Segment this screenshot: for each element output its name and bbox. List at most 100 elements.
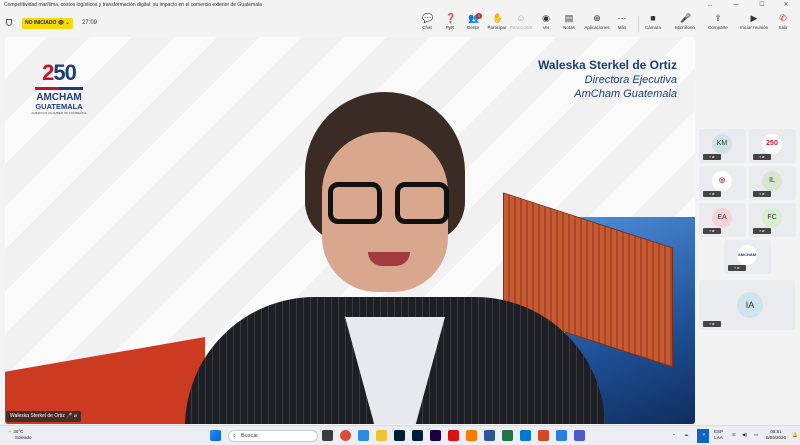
todo-icon[interactable] <box>520 430 531 441</box>
avatar: IA <box>737 292 763 318</box>
language-indicator[interactable]: ESP LAA <box>714 429 723 441</box>
photoshop-icon[interactable] <box>412 430 423 441</box>
leave-phone-icon: ✆ <box>779 13 787 23</box>
notes-button[interactable]: ▤ Notas <box>556 13 582 35</box>
volume-icon[interactable]: ◀) <box>742 432 747 438</box>
reactions-button[interactable]: ☺ Reaccionar <box>508 13 534 35</box>
qa-icon: ❓ <box>445 13 457 23</box>
speaker-name-tag[interactable]: Waleska Sterkel de Ortiz 🎤 ⌀ <box>6 411 81 422</box>
more-button[interactable]: ⋯ Más <box>609 13 635 35</box>
people-count-badge: 1 <box>476 13 482 19</box>
meeting-timer: 27:09 <box>82 20 98 26</box>
toolbar-divider <box>638 16 639 32</box>
participant-tile[interactable]: FC ▪ ⌀ <box>749 203 796 237</box>
start-menu-icon[interactable] <box>210 430 221 441</box>
glasses-left-lens <box>328 182 382 224</box>
clock[interactable]: 08:51 6/09/2026 <box>766 429 786 441</box>
avatar: EA <box>712 208 732 228</box>
powerpoint-icon[interactable] <box>538 430 549 441</box>
mic-icon: 🎤 <box>680 13 692 23</box>
word-icon[interactable] <box>484 430 495 441</box>
recording-status-badge: NO INICIADO 👁 ⌄ <box>22 18 73 29</box>
avatar: IL <box>762 171 782 191</box>
tray-chevron-icon[interactable]: ⌃ <box>672 433 676 439</box>
reactions-icon: ☺ <box>516 13 526 23</box>
muted-icon: ▪ ⌀ <box>703 154 721 160</box>
amcham-logo: 250 AMCHAM GUATEMALA AMERICAN CHAMBER OF… <box>29 61 89 151</box>
excel-icon[interactable] <box>502 430 513 441</box>
participant-tile[interactable]: IA ▪ ⌀ <box>699 280 795 330</box>
more-window-options-icon[interactable]: ... <box>700 0 720 10</box>
muted-icon: ▪ ⌀ <box>753 228 771 234</box>
close-window-button[interactable]: ✕ <box>776 0 796 10</box>
chat-icon: 💬 <box>422 13 434 23</box>
notes-icon: ▤ <box>564 13 574 23</box>
leave-button[interactable]: ✆ Salir <box>772 13 794 35</box>
participant-tile[interactable]: IL ▪ ⌀ <box>749 166 796 200</box>
logo-anniversary-number: 250 <box>42 60 77 85</box>
speaker-video <box>185 92 605 424</box>
apps-button[interactable]: ⊕ Aplicaciones <box>582 13 612 35</box>
logo-flag-bar <box>35 87 83 90</box>
share-button[interactable]: ⇪ Comparte <box>705 13 731 35</box>
windows-taskbar: ☀ 30°C Soleado ⌕ Buscar ⌃ ☁ 🎤 ESP LAA ≋ ◀)… <box>0 425 800 445</box>
premiere-icon[interactable] <box>430 430 441 441</box>
taskbar-search[interactable]: ⌕ Buscar <box>228 430 318 442</box>
acrobat-icon[interactable] <box>448 430 459 441</box>
lightroom-icon[interactable] <box>394 430 405 441</box>
mic-status-icon: 🎤 ⌀ <box>66 413 77 419</box>
share-icon: ⇪ <box>714 13 722 23</box>
meeting-toolbar: NO INICIADO 👁 ⌄ 27:09 💬 Chat ❓ PyR 👥 Gente 1… <box>0 10 800 36</box>
muted-icon: ▪ ⌀ <box>703 228 721 234</box>
teams-icon[interactable] <box>574 430 585 441</box>
participant-tile[interactable]: KM ▪ ⌀ <box>699 129 746 163</box>
raise-hand-icon: ✋ <box>492 13 504 23</box>
task-view-icon[interactable] <box>322 430 333 441</box>
participant-tile[interactable]: ◎ ▪ ⌀ <box>699 166 746 200</box>
more-icon: ⋯ <box>617 13 627 23</box>
start-meeting-button[interactable]: ▶ Iniciar reunión <box>738 13 770 35</box>
file-explorer-icon[interactable] <box>376 430 387 441</box>
window-title: Competitividad marítima, costos logístic… <box>0 0 800 10</box>
muted-icon: ▪ ⌀ <box>753 154 771 160</box>
battery-icon[interactable]: ▭ <box>754 432 758 438</box>
wifi-icon[interactable]: ≋ <box>732 432 736 438</box>
logo-country: GUATEMALA <box>35 102 83 111</box>
shield-icon[interactable] <box>6 19 12 26</box>
microphone-tray-icon[interactable]: 🎤 <box>697 429 709 443</box>
muted-icon: ▪ ⌀ <box>728 265 746 271</box>
chrome-icon[interactable] <box>340 430 351 441</box>
muted-icon: ▪ ⌀ <box>703 321 721 327</box>
weather-widget[interactable]: ☀ 30°C Soleado <box>8 429 32 441</box>
main-video-stage: 250 AMCHAM GUATEMALA AMERICAN CHAMBER OF… <box>5 37 695 424</box>
avatar: 250 <box>762 134 782 154</box>
view-icon: ◉ <box>542 13 550 23</box>
sun-icon: ☀ <box>8 429 13 434</box>
participant-tile[interactable]: EA ▪ ⌀ <box>699 203 746 237</box>
avatar: KM <box>712 134 732 154</box>
speaker-role: Directora Ejecutiva <box>584 74 677 86</box>
start-meeting-icon: ▶ <box>750 13 758 23</box>
glasses-right-lens <box>395 182 449 224</box>
edge-icon[interactable] <box>358 430 369 441</box>
maximize-button[interactable]: ☐ <box>752 0 772 10</box>
minimize-button[interactable]: — <box>726 0 746 10</box>
avatar: ◎ <box>712 171 732 191</box>
muted-icon: ▪ ⌀ <box>703 191 721 197</box>
logo-tagline: AMERICAN CHAMBER OF COMMERCE <box>31 111 87 115</box>
microphone-button[interactable]: 🎤 Micrófono <box>672 13 698 35</box>
apps-icon: ⊕ <box>593 13 601 23</box>
speaker-name: Waleska Sterkel de Ortiz <box>538 58 677 72</box>
onedrive-icon[interactable]: ☁ <box>684 432 689 438</box>
camera-icon: ■ <box>650 13 656 23</box>
participant-tile[interactable]: AMCHAM ▪ ⌀ <box>724 240 771 274</box>
raise-hand-button[interactable]: ✋ Participar <box>484 13 510 35</box>
people-button[interactable]: 👥 Gente 1 <box>460 13 486 35</box>
notification-bell-icon[interactable]: 🔔 <box>792 432 798 438</box>
avatar: FC <box>762 208 782 228</box>
illustrator-icon[interactable] <box>466 430 477 441</box>
participant-tile[interactable]: 250 ▪ ⌀ <box>749 129 796 163</box>
outlook-icon[interactable] <box>556 430 567 441</box>
muted-icon: ▪ ⌀ <box>753 191 771 197</box>
camera-button[interactable]: ■ Cámara <box>640 13 666 35</box>
